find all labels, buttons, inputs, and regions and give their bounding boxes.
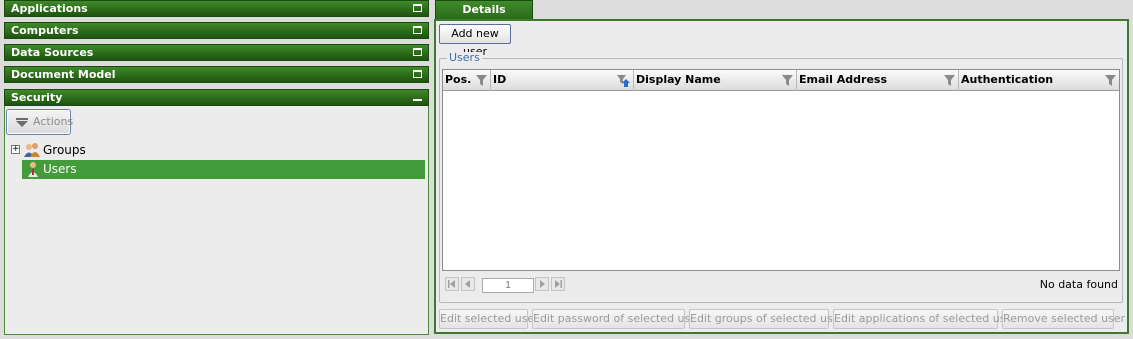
groups-icon	[24, 143, 40, 157]
users-group-title: Users	[447, 51, 482, 64]
page-number-input[interactable]	[482, 278, 534, 293]
column-label: ID	[493, 73, 507, 86]
column-header-email-address[interactable]: Email Address	[797, 70, 959, 91]
next-page-button[interactable]	[535, 277, 549, 291]
actions-label: Actions	[33, 115, 74, 128]
section-header-data-sources[interactable]: Data Sources	[4, 44, 429, 61]
minimize-icon[interactable]	[413, 99, 422, 101]
next-page-icon	[540, 280, 545, 288]
previous-page-button[interactable]	[461, 277, 475, 291]
section-header-applications[interactable]: Applications	[4, 0, 429, 17]
section-label: Document Model	[11, 68, 116, 81]
navigation-panel: Applications Computers Data Sources Docu…	[0, 0, 430, 336]
filter-icon[interactable]	[944, 75, 955, 86]
tree-label: Groups	[43, 143, 86, 157]
last-page-button[interactable]	[551, 277, 565, 291]
maximize-icon[interactable]	[413, 4, 422, 12]
add-user-button[interactable]: Add new user	[439, 24, 511, 58]
tree-item-groups[interactable]: + Groups	[5, 141, 425, 160]
section-header-security[interactable]: Security	[4, 89, 429, 106]
column-header-authentication[interactable]: Authentication	[959, 70, 1119, 91]
first-page-button[interactable]	[445, 277, 459, 291]
last-page-icon	[555, 280, 562, 288]
remove-user-button[interactable]: Remove selected user	[1002, 309, 1125, 329]
tree-label: Users	[43, 162, 77, 176]
details-panel: Add new user Users Pos. ID Display Name …	[434, 19, 1129, 334]
edit-applications-button[interactable]: Edit applications of selected user	[833, 309, 1017, 329]
section-label: Data Sources	[11, 46, 94, 59]
tab-details[interactable]: Details	[435, 0, 533, 20]
section-label: Computers	[11, 24, 79, 37]
user-icon	[28, 162, 38, 177]
column-header-id[interactable]: ID	[491, 70, 634, 91]
filter-icon[interactable]	[1105, 75, 1116, 86]
maximize-icon[interactable]	[413, 48, 422, 56]
users-grid[interactable]: Pos. ID Display Name Email Address Authe…	[442, 69, 1120, 271]
column-header-display-name[interactable]: Display Name	[634, 70, 797, 91]
grid-pager: No data found	[442, 276, 1120, 296]
security-section-body: Actions + Groups Users	[4, 106, 429, 335]
section-header-document-model[interactable]: Document Model	[4, 66, 429, 83]
expand-icon[interactable]: +	[11, 145, 20, 154]
sort-ascending-icon[interactable]	[617, 75, 630, 87]
section-label: Security	[11, 91, 63, 104]
column-header-pos[interactable]: Pos.	[443, 70, 491, 91]
filter-icon[interactable]	[476, 75, 487, 86]
column-label: Display Name	[636, 73, 721, 86]
edit-password-button[interactable]: Edit password of selected user	[532, 309, 702, 329]
tree-item-users[interactable]: Users	[22, 160, 425, 179]
first-page-icon	[448, 280, 455, 288]
users-groupbox: Users Pos. ID Display Name Email Address	[439, 52, 1123, 303]
actions-button[interactable]: Actions	[6, 109, 74, 135]
dropdown-arrow-icon	[16, 118, 28, 127]
column-label: Email Address	[799, 73, 888, 86]
filter-icon[interactable]	[782, 75, 793, 86]
edit-groups-button[interactable]: Edit groups of selected user	[689, 309, 844, 329]
previous-page-icon	[465, 280, 470, 288]
column-label: Pos.	[445, 73, 472, 86]
section-label: Applications	[11, 2, 88, 15]
edit-user-button[interactable]: Edit selected user	[439, 309, 539, 329]
maximize-icon[interactable]	[413, 26, 422, 34]
maximize-icon[interactable]	[413, 70, 422, 78]
grid-header: Pos. ID Display Name Email Address Authe…	[443, 70, 1119, 91]
empty-state-text: No data found	[1039, 278, 1118, 291]
section-header-computers[interactable]: Computers	[4, 22, 429, 39]
column-label: Authentication	[961, 73, 1054, 86]
